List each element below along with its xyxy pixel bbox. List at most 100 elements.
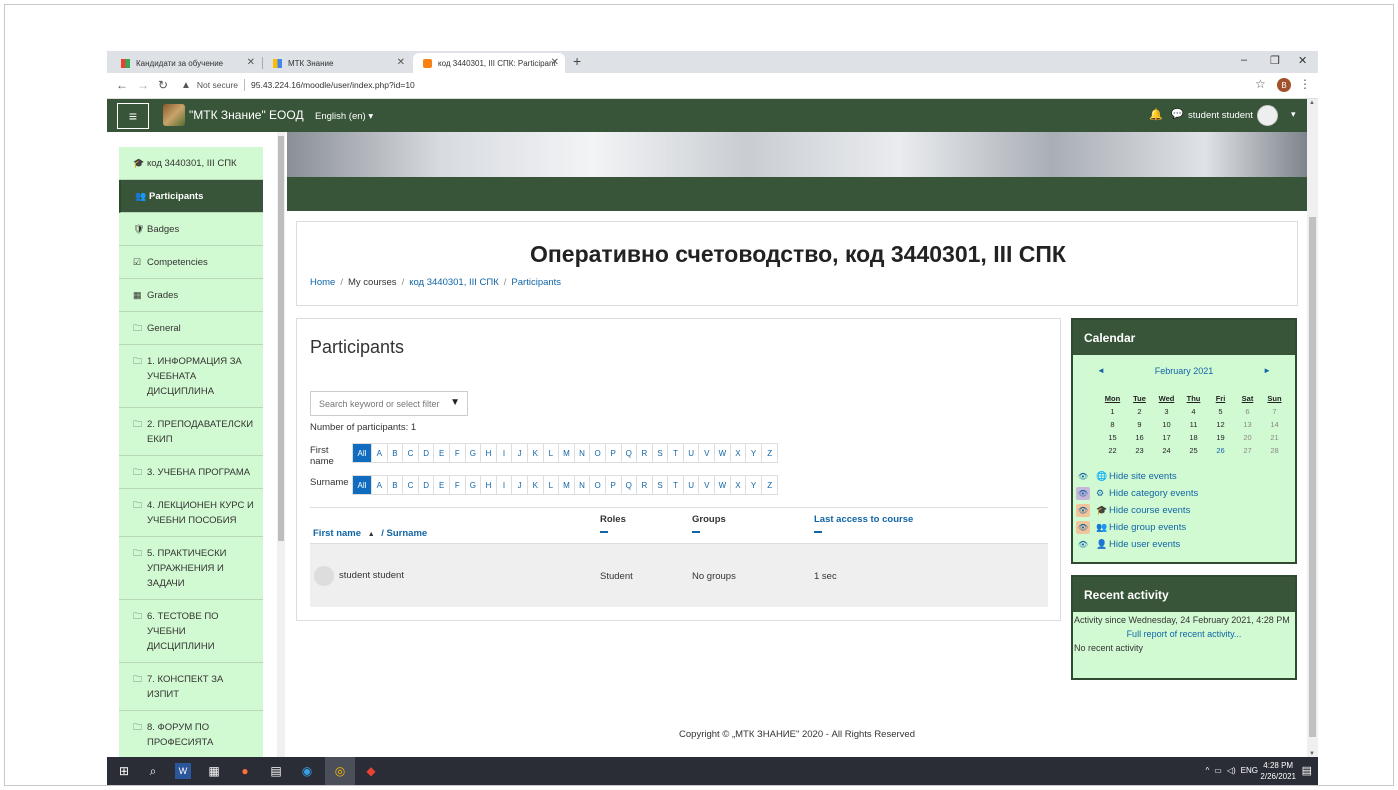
initial-all[interactable]: All bbox=[353, 476, 372, 494]
user-avatar[interactable] bbox=[1257, 105, 1278, 126]
user-name[interactable]: student student bbox=[1188, 110, 1253, 121]
calendar-filter-4[interactable]: 👁 👤 Hide user events bbox=[1076, 536, 1296, 553]
initial-r[interactable]: R bbox=[637, 444, 653, 462]
calendar-day[interactable]: 7 bbox=[1261, 407, 1288, 416]
calendar-day[interactable]: 18 bbox=[1180, 433, 1207, 442]
initial-t[interactable]: T bbox=[668, 444, 684, 462]
calendar-day[interactable]: 16 bbox=[1126, 433, 1153, 442]
forward-icon[interactable]: → bbox=[137, 78, 149, 92]
full-report-link[interactable]: Full report of recent activity... bbox=[1127, 629, 1242, 639]
initial-f[interactable]: F bbox=[449, 444, 466, 462]
page-scrollbar-thumb[interactable] bbox=[1309, 217, 1316, 737]
initial-h[interactable]: H bbox=[481, 444, 497, 462]
initial-l[interactable]: L bbox=[543, 476, 560, 494]
collapse-column-icon[interactable] bbox=[692, 531, 700, 533]
chrome-icon[interactable]: ◎ bbox=[332, 763, 348, 779]
initial-a[interactable]: A bbox=[372, 476, 388, 494]
tray-volume-icon[interactable]: ◁) bbox=[1227, 766, 1236, 775]
browser-tab-candidates[interactable]: Кандидати за обучение ✕ bbox=[111, 53, 261, 73]
initial-g[interactable]: G bbox=[465, 476, 482, 494]
initial-s[interactable]: S bbox=[652, 444, 669, 462]
omnibox[interactable]: ▲ Not secure 95.43.224.16/moodle/user/in… bbox=[181, 79, 415, 91]
drawer-item-1[interactable]: 👥 Participants bbox=[119, 180, 263, 213]
initial-c[interactable]: C bbox=[403, 476, 419, 494]
drawer-item-6[interactable]: 🗀 1. ИНФОРМАЦИЯ ЗА УЧЕБНАТА ДИСЦИПЛИНА bbox=[119, 345, 263, 408]
calendar-day[interactable]: 1 bbox=[1099, 407, 1126, 416]
drawer-item-3[interactable]: ☑ Competencies bbox=[119, 246, 263, 279]
initial-s[interactable]: S bbox=[652, 476, 669, 494]
calendar-day[interactable]: 26 bbox=[1207, 446, 1234, 455]
calendar-day[interactable]: 10 bbox=[1153, 420, 1180, 429]
tray-language[interactable]: ENG bbox=[1241, 766, 1258, 775]
drawer-item-12[interactable]: 🗀 7. КОНСПЕКТ ЗА ИЗПИТ bbox=[119, 663, 263, 711]
tab-close-icon[interactable]: ✕ bbox=[397, 57, 405, 68]
previous-month-icon[interactable]: ◄ bbox=[1097, 366, 1105, 375]
initial-all[interactable]: All bbox=[353, 444, 372, 462]
initial-i[interactable]: I bbox=[496, 444, 513, 462]
initial-c[interactable]: C bbox=[403, 444, 419, 462]
initial-i[interactable]: I bbox=[496, 476, 513, 494]
new-tab-button[interactable]: + bbox=[573, 53, 581, 69]
notification-center-icon[interactable]: ▤ bbox=[1302, 764, 1312, 777]
calendar-day[interactable]: 21 bbox=[1261, 433, 1288, 442]
initial-g[interactable]: G bbox=[465, 444, 482, 462]
calendar-day[interactable]: 9 bbox=[1126, 420, 1153, 429]
url-text[interactable]: 95.43.224.16/moodle/user/index.php?id=10 bbox=[251, 80, 415, 90]
drawer-toggle-button[interactable]: ≡ bbox=[117, 103, 149, 129]
initial-n[interactable]: N bbox=[574, 444, 591, 462]
calendar-day[interactable]: 6 bbox=[1234, 407, 1261, 416]
calendar-day[interactable]: 12 bbox=[1207, 420, 1234, 429]
calendar-day[interactable]: 5 bbox=[1207, 407, 1234, 416]
taskbar-clock[interactable]: 4:28 PM 2/26/2021 bbox=[1260, 760, 1296, 782]
initial-m[interactable]: M bbox=[559, 476, 575, 494]
calendar-day[interactable]: 27 bbox=[1234, 446, 1261, 455]
user-menu-caret-icon[interactable]: ▾ bbox=[1291, 109, 1296, 120]
initial-k[interactable]: K bbox=[527, 444, 544, 462]
calendar-filter-label[interactable]: Hide course events bbox=[1109, 505, 1190, 516]
initial-v[interactable]: V bbox=[699, 444, 716, 462]
browser-menu-icon[interactable]: ⋮ bbox=[1299, 77, 1311, 91]
word-icon[interactable]: W bbox=[175, 763, 191, 779]
calendar-day[interactable]: 19 bbox=[1207, 433, 1234, 442]
calendar-day[interactable]: 11 bbox=[1180, 420, 1207, 429]
drawer-item-10[interactable]: 🗀 5. ПРАКТИЧЕСКИ УПРАЖНЕНИЯ И ЗАДАЧИ bbox=[119, 537, 263, 600]
calendar-filter-2[interactable]: 👁 🎓 Hide course events bbox=[1076, 502, 1296, 519]
initial-q[interactable]: Q bbox=[621, 476, 638, 494]
drawer-item-9[interactable]: 🗀 4. ЛЕКЦИОНЕН КУРС И УЧЕБНИ ПОСОБИЯ bbox=[119, 489, 263, 537]
paint-icon[interactable]: ◆ bbox=[363, 763, 379, 779]
breadcrumb-item-3[interactable]: Participants bbox=[511, 277, 561, 288]
calendar-month-link[interactable]: February 2021 bbox=[1073, 366, 1295, 376]
calendar-day[interactable]: 4 bbox=[1180, 407, 1207, 416]
drawer-item-5[interactable]: 🗀 General bbox=[119, 312, 263, 345]
next-month-icon[interactable]: ► bbox=[1263, 366, 1271, 375]
calendar-day[interactable]: 3 bbox=[1153, 407, 1180, 416]
drawer-item-2[interactable]: 🛡 Badges bbox=[119, 213, 263, 246]
collapse-column-icon[interactable] bbox=[600, 531, 608, 533]
sort-first-name-link[interactable]: First name bbox=[313, 528, 361, 539]
drawer-item-7[interactable]: 🗀 2. ПРЕПОДАВАТЕЛСКИ ЕКИП bbox=[119, 408, 263, 456]
drawer-item-0[interactable]: 🎓 код 3440301, III СПК bbox=[119, 147, 263, 180]
participant-filter-select[interactable]: Search keyword or select filter ▼ bbox=[310, 391, 468, 416]
calendar-filter-label[interactable]: Hide group events bbox=[1109, 522, 1186, 533]
notifications-bell-icon[interactable]: 🔔 bbox=[1149, 108, 1163, 121]
initial-d[interactable]: D bbox=[418, 444, 435, 462]
initial-e[interactable]: E bbox=[434, 444, 450, 462]
initial-d[interactable]: D bbox=[418, 476, 435, 494]
reload-icon[interactable]: ↻ bbox=[158, 78, 168, 92]
column-roles[interactable]: Roles bbox=[600, 514, 626, 533]
breadcrumb-item-2[interactable]: код 3440301, III СПК bbox=[409, 277, 499, 288]
calendar-day[interactable]: 17 bbox=[1153, 433, 1180, 442]
calendar-day[interactable]: 24 bbox=[1153, 446, 1180, 455]
initial-k[interactable]: K bbox=[527, 476, 544, 494]
initial-o[interactable]: O bbox=[590, 444, 606, 462]
back-icon[interactable]: ← bbox=[116, 78, 128, 92]
tray-expand-icon[interactable]: ^ bbox=[1206, 766, 1210, 775]
eye-icon[interactable]: 👁 bbox=[1076, 504, 1090, 517]
bookmark-star-icon[interactable]: ☆ bbox=[1255, 77, 1266, 91]
calendar-filter-0[interactable]: 👁 🌐 Hide site events bbox=[1076, 468, 1296, 485]
initial-h[interactable]: H bbox=[481, 476, 497, 494]
participant-name-link[interactable]: student student bbox=[339, 570, 404, 581]
initial-a[interactable]: A bbox=[372, 444, 388, 462]
initial-l[interactable]: L bbox=[543, 444, 560, 462]
drawer-item-11[interactable]: 🗀 6. ТЕСТОВЕ ПО УЧЕБНИ ДИСЦИПЛИНИ bbox=[119, 600, 263, 663]
